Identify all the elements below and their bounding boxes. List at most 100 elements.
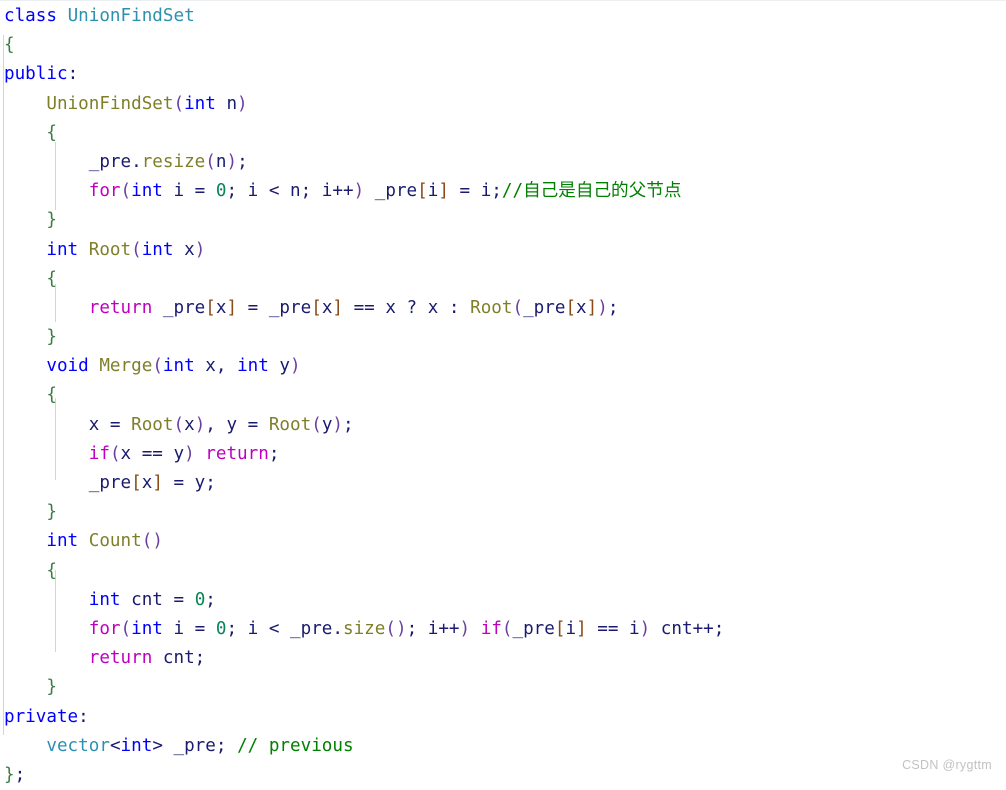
token-var: y bbox=[321, 414, 333, 435]
token-ctl: for bbox=[88, 181, 121, 202]
token-kw: private bbox=[4, 706, 79, 727]
token-brc: } bbox=[46, 502, 57, 523]
token-fn: UnionFindSet bbox=[46, 93, 174, 114]
token-op: . bbox=[131, 151, 142, 172]
token-op bbox=[4, 736, 46, 756]
token-op bbox=[4, 473, 89, 493]
token-par: ( bbox=[501, 618, 513, 639]
token-par: ) bbox=[226, 151, 238, 172]
token-fn: Count bbox=[88, 531, 142, 552]
token-num: 0 bbox=[194, 589, 206, 610]
token-var: cnt = bbox=[120, 589, 195, 610]
code-line-4: UnionFindSet(int n) bbox=[0, 90, 724, 119]
code-line-14: { bbox=[0, 381, 724, 410]
token-op bbox=[4, 94, 46, 114]
token-op bbox=[4, 385, 46, 405]
token-brc: { bbox=[46, 560, 57, 581]
token-fn: Root bbox=[88, 239, 132, 260]
token-par: ) bbox=[184, 443, 195, 464]
token-brk: [ bbox=[554, 618, 566, 639]
token-fn: Root bbox=[268, 414, 312, 435]
token-var: x bbox=[184, 414, 195, 435]
token-op bbox=[78, 240, 89, 260]
token-par: ) bbox=[639, 618, 651, 639]
token-op bbox=[4, 152, 89, 172]
token-var: = y; bbox=[162, 473, 216, 493]
token-var: cnt; bbox=[152, 648, 206, 669]
token-par: ) bbox=[194, 414, 206, 435]
csdn-watermark: CSDN @rygttm bbox=[902, 758, 992, 772]
code-block: class UnionFindSet{public: UnionFindSet(… bbox=[0, 2, 724, 790]
token-brc: { bbox=[4, 35, 15, 56]
token-par: ) bbox=[194, 239, 206, 260]
token-brk: [ bbox=[417, 181, 428, 202]
token-var: ; i < n; i++ bbox=[226, 181, 354, 202]
token-var: == i bbox=[586, 618, 640, 639]
token-var: ; i < _pre bbox=[226, 618, 333, 639]
token-op bbox=[4, 181, 89, 201]
token-op: : bbox=[67, 64, 79, 85]
token-var: x bbox=[215, 297, 227, 318]
token-fn: size bbox=[343, 618, 386, 639]
token-var: i bbox=[565, 618, 577, 639]
token-brc: } bbox=[46, 327, 57, 348]
token-kw: int bbox=[120, 735, 153, 756]
token-par: ( bbox=[311, 414, 322, 435]
code-line-27: }; bbox=[0, 761, 724, 790]
token-par: ) bbox=[395, 618, 407, 639]
token-kw: public bbox=[4, 64, 68, 85]
code-line-17: _pre[x] = y; bbox=[0, 469, 724, 498]
token-kw: int bbox=[88, 589, 121, 610]
code-line-2: { bbox=[0, 31, 724, 60]
token-par: ( bbox=[512, 297, 524, 318]
token-par: ( bbox=[152, 356, 163, 377]
token-op bbox=[4, 210, 46, 230]
token-brc: } bbox=[46, 677, 57, 698]
token-par: ( bbox=[205, 151, 216, 172]
token-cmt: //自己是自己的父节点 bbox=[501, 181, 682, 202]
code-line-5: { bbox=[0, 119, 724, 148]
code-line-26: vector<int> _pre; // previous bbox=[0, 732, 724, 761]
token-par: ) bbox=[152, 531, 163, 552]
token-kw: int bbox=[141, 239, 174, 260]
token-op bbox=[89, 356, 100, 376]
top-divider bbox=[0, 0, 1006, 1]
token-op bbox=[4, 327, 46, 347]
token-var: n bbox=[215, 93, 238, 114]
token-brk: ] bbox=[152, 473, 163, 493]
code-line-13: void Merge(int x, int y) bbox=[0, 352, 724, 381]
token-fn: resize bbox=[141, 151, 206, 172]
token-par: ( bbox=[120, 618, 132, 639]
token-op bbox=[4, 240, 46, 260]
code-line-16: if(x == y) return; bbox=[0, 440, 724, 469]
token-op bbox=[4, 444, 89, 464]
code-line-7: for(int i = 0; i < n; i++) _pre[i] = i;/… bbox=[0, 177, 724, 206]
token-op bbox=[195, 444, 206, 464]
token-op: ; bbox=[14, 764, 26, 785]
token-op bbox=[470, 619, 481, 639]
token-op bbox=[4, 502, 46, 522]
token-fn: Root bbox=[131, 414, 174, 435]
token-brc: } bbox=[46, 210, 57, 231]
token-cmt: // previous bbox=[237, 735, 354, 756]
token-brk: [ bbox=[131, 473, 142, 493]
token-par: ( bbox=[173, 414, 185, 435]
token-brk: ] bbox=[332, 297, 343, 318]
token-ctl: if bbox=[480, 618, 502, 639]
code-line-24: } bbox=[0, 673, 724, 702]
token-op: ; bbox=[607, 297, 619, 318]
token-par: ( bbox=[141, 531, 153, 552]
token-ctl: return bbox=[205, 443, 269, 464]
token-var: x bbox=[576, 297, 587, 318]
token-var: i bbox=[427, 181, 439, 202]
token-brk: ] bbox=[586, 297, 598, 318]
token-brk: [ bbox=[205, 297, 216, 318]
token-par: ( bbox=[173, 93, 185, 114]
token-var: = i; bbox=[448, 181, 502, 202]
token-par: ) bbox=[597, 297, 608, 318]
token-brk: ] bbox=[226, 297, 238, 318]
token-var: x bbox=[173, 239, 195, 260]
token-par: ) bbox=[237, 93, 248, 114]
token-var: _pre bbox=[512, 618, 555, 639]
token-par: ( bbox=[109, 443, 121, 464]
